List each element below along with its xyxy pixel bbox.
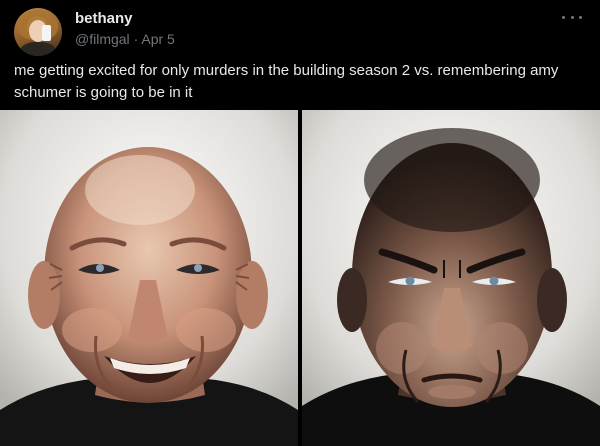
avatar[interactable] <box>14 8 62 56</box>
avatar-phone <box>42 25 51 41</box>
display-name[interactable]: bethany <box>75 10 133 27</box>
media-image-left[interactable] <box>0 110 298 446</box>
media-image-right[interactable] <box>302 110 600 446</box>
tweet-card[interactable]: bethany @filmgal · Apr 5 me getting exci… <box>0 0 600 446</box>
tweet-media[interactable] <box>0 110 600 446</box>
user-handle[interactable]: @filmgal <box>75 31 130 47</box>
scowling-face-illustration <box>302 110 600 446</box>
smiling-face-illustration <box>0 110 298 446</box>
tweet-meta: @filmgal · Apr 5 <box>75 31 175 47</box>
avatar-shirt <box>20 42 56 56</box>
tweet-date[interactable]: Apr 5 <box>141 31 174 47</box>
more-options-icon[interactable] <box>562 12 582 22</box>
tweet-text: me getting excited for only murders in t… <box>14 62 559 101</box>
